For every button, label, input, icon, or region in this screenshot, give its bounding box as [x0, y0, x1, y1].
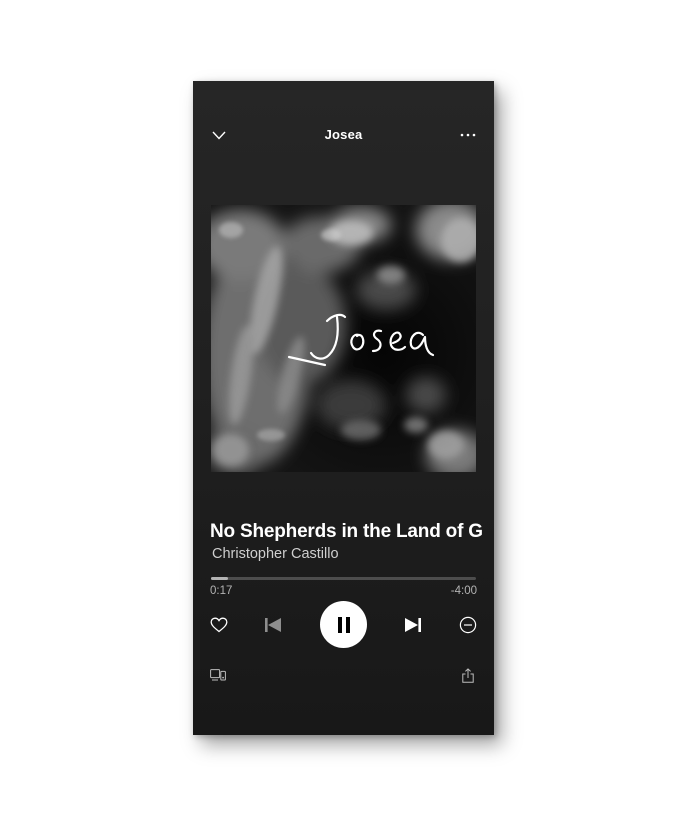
more-horizontal-icon[interactable]: [456, 123, 480, 147]
album-art: [211, 205, 476, 472]
minus-circle-icon[interactable]: [456, 613, 480, 637]
header: Josea: [193, 123, 494, 147]
now-playing-screen: Josea No Shepherds in the Land of G Chri…: [193, 81, 494, 735]
elapsed-time: 0:17: [210, 585, 233, 597]
skip-back-icon[interactable]: [261, 613, 285, 637]
progress-bar[interactable]: [211, 577, 476, 580]
track-title[interactable]: No Shepherds in the Land of G: [210, 521, 494, 543]
pause-button[interactable]: [320, 601, 367, 648]
share-icon[interactable]: [457, 664, 479, 686]
devices-icon[interactable]: [207, 665, 229, 685]
skip-forward-icon[interactable]: [401, 613, 425, 637]
page-title: Josea: [324, 127, 363, 142]
track-artist[interactable]: Christopher Castillo: [212, 546, 339, 562]
progress-fill: [211, 577, 229, 580]
pause-icon: [337, 616, 350, 633]
remaining-time: -4:00: [450, 585, 477, 597]
chevron-down-icon[interactable]: [207, 123, 231, 147]
heart-icon[interactable]: [207, 613, 231, 637]
